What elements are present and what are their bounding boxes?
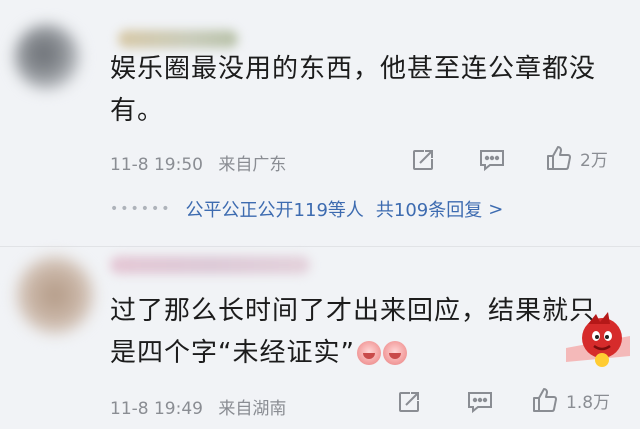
reply-summary-link[interactable]: •••••• 公平公正公开119等人 共109条回复 > [110,196,503,222]
share-button[interactable] [410,147,436,173]
comment-button[interactable] [466,389,494,415]
comment-item: 过了那么长时间了才出来回应，结果就只是四个字“未经证实” 11-8 19:49 … [0,246,640,429]
comment-bubble-icon [466,389,494,415]
like-button[interactable]: 2万 [544,143,608,173]
avatar[interactable] [14,24,80,90]
thumbs-up-icon [530,385,560,415]
share-button[interactable] [396,389,422,415]
like-button[interactable]: 1.8万 [530,385,610,415]
comment-item: 娱乐圈最没用的东西，他甚至连公章都没有。 11-8 19:50 来自广东 2万 [0,0,640,246]
username-blurred[interactable] [110,256,310,274]
share-square-icon [410,147,436,173]
comment-location: 来自湖南 [218,399,287,419]
laughing-emoji-icon [382,341,407,365]
thumbs-up-icon [544,143,574,173]
red-mascot-sticker-icon [566,308,630,372]
comment-text: 娱乐圈最没用的东西，他甚至连公章都没有。 [110,54,597,126]
laughing-emoji-icon [356,341,381,365]
username-blurred[interactable] [118,30,238,48]
comment-date: 11-8 19:50 [110,155,203,175]
avatar[interactable] [16,256,94,334]
comment-button[interactable] [478,147,506,173]
reply-names: 公平公正公开119等人 [185,200,364,221]
comment-meta: 11-8 19:50 来自广东 [110,150,286,175]
comment-location: 来自广东 [218,155,287,175]
dots-icon: •••••• [110,201,172,217]
like-count: 2万 [580,150,608,171]
chevron-right-icon: > [488,198,504,220]
comment-text: 过了那么长时间了才出来回应，结果就只是四个字“未经证实” [110,290,610,374]
share-square-icon [396,389,422,415]
like-count: 1.8万 [566,392,611,413]
comment-bubble-icon [478,147,506,173]
comment-date: 11-8 19:49 [110,399,203,419]
reply-total: 共109条回复 [375,200,483,221]
comment-meta: 11-8 19:49 来自湖南 [110,394,286,419]
comment-text-content: 过了那么长时间了才出来回应，结果就只是四个字“未经证实” [110,296,597,368]
